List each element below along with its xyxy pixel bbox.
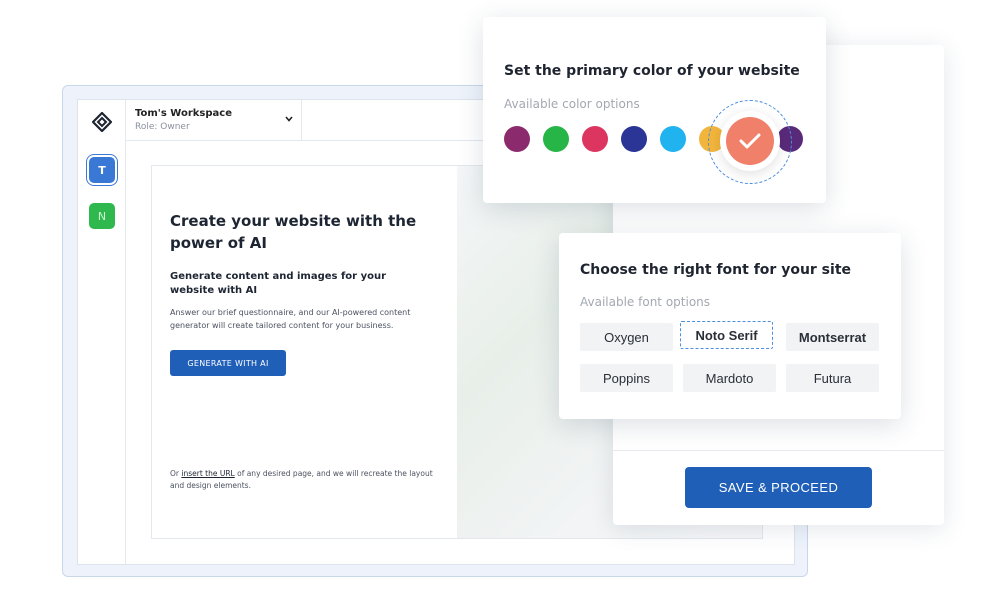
font-panel-subtitle: Available font options [580,295,711,309]
hero-subtitle: Generate content and images for your web… [170,271,387,296]
checkmark-icon [739,133,761,149]
color-swatch-3[interactable] [582,126,608,152]
workspace-role: Role: Owner [135,122,190,132]
font-option-mardoto[interactable]: Mardoto [683,364,776,392]
color-swatch-2[interactable] [543,126,569,152]
workspace-rail: T N [78,100,126,564]
font-option-montserrat[interactable]: Montserrat [786,323,879,351]
font-option-oxygen[interactable]: Oxygen [580,323,673,351]
font-panel-title: Choose the right font for your site [580,262,852,278]
font-option-poppins[interactable]: Poppins [580,364,673,392]
hero-title: Create your website with the power of AI [170,212,417,252]
color-swatch-selected[interactable] [726,117,774,165]
generate-with-ai-button[interactable]: GENERATE WITH AI [170,350,286,376]
brand-logo-icon [92,112,112,132]
workspace-switcher[interactable]: Tom's Workspace Role: Owner [126,100,302,140]
color-panel-title: Set the primary color of your website [504,63,800,79]
save-and-proceed-button[interactable]: SAVE & PROCEED [685,467,872,508]
font-option-futura[interactable]: Futura [786,364,879,392]
url-note: Or insert the URL of any desired page, a… [170,468,440,492]
hero-description: Answer our brief questionnaire, and our … [170,308,411,330]
color-swatch-5[interactable] [660,126,686,152]
chevron-down-icon [285,116,293,122]
workspace-name: Tom's Workspace [135,108,232,119]
insert-url-link[interactable]: insert the URL [181,469,234,478]
color-picker-panel: Set the primary color of your website Av… [483,17,826,203]
font-picker-panel: Choose the right font for your site Avai… [559,233,901,419]
font-option-noto-serif[interactable]: Noto Serif [680,321,773,349]
workspace-avatar-t[interactable]: T [89,157,115,183]
color-swatch-1[interactable] [504,126,530,152]
divider [613,450,944,451]
color-panel-subtitle: Available color options [504,97,640,111]
url-note-prefix: Or [170,469,182,478]
workspace-avatar-n[interactable]: N [89,203,115,229]
color-swatch-4[interactable] [621,126,647,152]
